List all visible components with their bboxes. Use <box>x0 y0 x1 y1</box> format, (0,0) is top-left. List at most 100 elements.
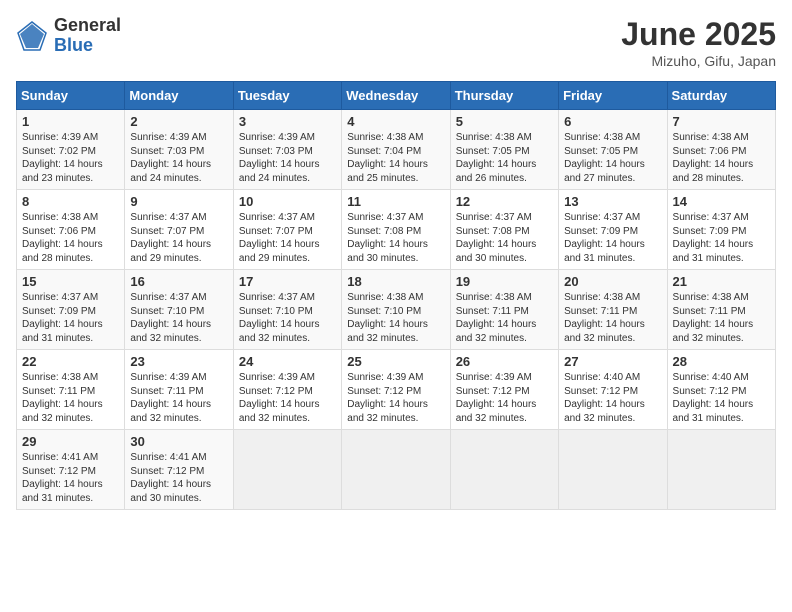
calendar-cell <box>342 430 450 510</box>
day-info: Sunrise: 4:38 AM Sunset: 7:11 PM Dayligh… <box>673 291 770 345</box>
day-number: 30 <box>130 434 227 449</box>
calendar-cell: 17Sunrise: 4:37 AM Sunset: 7:10 PM Dayli… <box>233 270 341 350</box>
day-number: 2 <box>130 114 227 129</box>
calendar-cell: 21Sunrise: 4:38 AM Sunset: 7:11 PM Dayli… <box>667 270 775 350</box>
calendar-cell: 8 Sunrise: 4:38 AM Sunset: 7:06 PM Daylig… <box>17 190 125 270</box>
day-info: Sunrise: 4:39 AM Sunset: 7:11 PM Dayligh… <box>130 371 227 425</box>
header-thursday: Thursday <box>450 82 558 110</box>
month-title: June 2025 <box>621 16 776 53</box>
day-number: 6 <box>564 114 661 129</box>
day-info: Sunrise: 4:38 AM Sunset: 7:04 PM Dayligh… <box>347 131 444 185</box>
calendar-cell: 26 Sunrise: 4:39 AM Sunset: 7:12 PM Dayli… <box>450 350 558 430</box>
day-number: 11 <box>347 194 444 209</box>
day-info: Sunrise: 4:38 AM Sunset: 7:11 PM Dayligh… <box>564 291 661 345</box>
calendar-cell: 24 Sunrise: 4:39 AM Sunset: 7:12 PM Dayli… <box>233 350 341 430</box>
calendar-cell: 20Sunrise: 4:38 AM Sunset: 7:11 PM Dayli… <box>559 270 667 350</box>
calendar-header-row: Sunday Monday Tuesday Wednesday Thursday… <box>17 82 776 110</box>
calendar-cell: 2 Sunrise: 4:39 AM Sunset: 7:03 PM Daylig… <box>125 110 233 190</box>
day-info: Sunrise: 4:41 AM Sunset: 7:12 PM Dayligh… <box>22 451 119 505</box>
day-info: Sunrise: 4:41 AM Sunset: 7:12 PM Dayligh… <box>130 451 227 505</box>
day-number: 3 <box>239 114 336 129</box>
header-tuesday: Tuesday <box>233 82 341 110</box>
calendar-cell: 22 Sunrise: 4:38 AM Sunset: 7:11 PM Dayli… <box>17 350 125 430</box>
calendar-cell: 3 Sunrise: 4:39 AM Sunset: 7:03 PM Daylig… <box>233 110 341 190</box>
calendar-cell: 28 Sunrise: 4:40 AM Sunset: 7:12 PM Dayli… <box>667 350 775 430</box>
day-info: Sunrise: 4:38 AM Sunset: 7:10 PM Dayligh… <box>347 291 444 345</box>
calendar-cell: 30 Sunrise: 4:41 AM Sunset: 7:12 PM Dayli… <box>125 430 233 510</box>
calendar-cell: 5Sunrise: 4:38 AM Sunset: 7:05 PM Daylig… <box>450 110 558 190</box>
calendar-cell: 29 Sunrise: 4:41 AM Sunset: 7:12 PM Dayli… <box>17 430 125 510</box>
calendar-cell: 10 Sunrise: 4:37 AM Sunset: 7:07 PM Dayli… <box>233 190 341 270</box>
day-info: Sunrise: 4:37 AM Sunset: 7:09 PM Dayligh… <box>564 211 661 265</box>
day-number: 9 <box>130 194 227 209</box>
calendar-cell: 6 Sunrise: 4:38 AM Sunset: 7:05 PM Daylig… <box>559 110 667 190</box>
day-number: 29 <box>22 434 119 449</box>
day-info: Sunrise: 4:37 AM Sunset: 7:08 PM Dayligh… <box>347 211 444 265</box>
calendar-week-3: 15Sunrise: 4:37 AM Sunset: 7:09 PM Dayli… <box>17 270 776 350</box>
day-info: Sunrise: 4:39 AM Sunset: 7:02 PM Dayligh… <box>22 131 119 185</box>
day-number: 24 <box>239 354 336 369</box>
logo: General Blue <box>16 16 121 56</box>
page-header: General Blue June 2025 Mizuho, Gifu, Jap… <box>16 16 776 69</box>
day-info: Sunrise: 4:39 AM Sunset: 7:12 PM Dayligh… <box>456 371 553 425</box>
day-info: Sunrise: 4:38 AM Sunset: 7:05 PM Dayligh… <box>456 131 553 185</box>
day-number: 1 <box>22 114 119 129</box>
calendar-cell: 25Sunrise: 4:39 AM Sunset: 7:12 PM Dayli… <box>342 350 450 430</box>
day-info: Sunrise: 4:39 AM Sunset: 7:03 PM Dayligh… <box>130 131 227 185</box>
calendar-cell: 13 Sunrise: 4:37 AM Sunset: 7:09 PM Dayli… <box>559 190 667 270</box>
day-info: Sunrise: 4:40 AM Sunset: 7:12 PM Dayligh… <box>673 371 770 425</box>
day-number: 19 <box>456 274 553 289</box>
day-number: 4 <box>347 114 444 129</box>
calendar-cell: 18 Sunrise: 4:38 AM Sunset: 7:10 PM Dayli… <box>342 270 450 350</box>
logo-general-text: General <box>54 16 121 36</box>
calendar-cell: 19 Sunrise: 4:38 AM Sunset: 7:11 PM Dayli… <box>450 270 558 350</box>
logo-icon <box>16 20 48 52</box>
header-sunday: Sunday <box>17 82 125 110</box>
day-info: Sunrise: 4:37 AM Sunset: 7:07 PM Dayligh… <box>239 211 336 265</box>
day-info: Sunrise: 4:40 AM Sunset: 7:12 PM Dayligh… <box>564 371 661 425</box>
title-block: June 2025 Mizuho, Gifu, Japan <box>621 16 776 69</box>
day-number: 26 <box>456 354 553 369</box>
day-number: 22 <box>22 354 119 369</box>
day-number: 28 <box>673 354 770 369</box>
day-info: Sunrise: 4:38 AM Sunset: 7:11 PM Dayligh… <box>456 291 553 345</box>
day-info: Sunrise: 4:39 AM Sunset: 7:03 PM Dayligh… <box>239 131 336 185</box>
header-friday: Friday <box>559 82 667 110</box>
calendar-cell: 16Sunrise: 4:37 AM Sunset: 7:10 PM Dayli… <box>125 270 233 350</box>
day-info: Sunrise: 4:39 AM Sunset: 7:12 PM Dayligh… <box>347 371 444 425</box>
day-info: Sunrise: 4:37 AM Sunset: 7:08 PM Dayligh… <box>456 211 553 265</box>
day-info: Sunrise: 4:38 AM Sunset: 7:11 PM Dayligh… <box>22 371 119 425</box>
day-number: 16 <box>130 274 227 289</box>
calendar-cell: 27 Sunrise: 4:40 AM Sunset: 7:12 PM Dayli… <box>559 350 667 430</box>
calendar-cell <box>450 430 558 510</box>
day-number: 13 <box>564 194 661 209</box>
day-info: Sunrise: 4:38 AM Sunset: 7:05 PM Dayligh… <box>564 131 661 185</box>
day-number: 10 <box>239 194 336 209</box>
logo-blue-text: Blue <box>54 36 121 56</box>
calendar-cell: 9 Sunrise: 4:37 AM Sunset: 7:07 PM Daylig… <box>125 190 233 270</box>
day-number: 18 <box>347 274 444 289</box>
calendar-cell <box>233 430 341 510</box>
day-info: Sunrise: 4:37 AM Sunset: 7:10 PM Dayligh… <box>239 291 336 345</box>
header-wednesday: Wednesday <box>342 82 450 110</box>
day-info: Sunrise: 4:38 AM Sunset: 7:06 PM Dayligh… <box>22 211 119 265</box>
calendar-week-5: 29 Sunrise: 4:41 AM Sunset: 7:12 PM Dayli… <box>17 430 776 510</box>
day-number: 8 <box>22 194 119 209</box>
calendar-cell: 4 Sunrise: 4:38 AM Sunset: 7:04 PM Daylig… <box>342 110 450 190</box>
logo-text: General Blue <box>54 16 121 56</box>
calendar-table: Sunday Monday Tuesday Wednesday Thursday… <box>16 81 776 510</box>
header-saturday: Saturday <box>667 82 775 110</box>
calendar-cell: 14Sunrise: 4:37 AM Sunset: 7:09 PM Dayli… <box>667 190 775 270</box>
day-info: Sunrise: 4:37 AM Sunset: 7:07 PM Dayligh… <box>130 211 227 265</box>
day-number: 27 <box>564 354 661 369</box>
day-info: Sunrise: 4:39 AM Sunset: 7:12 PM Dayligh… <box>239 371 336 425</box>
day-number: 7 <box>673 114 770 129</box>
calendar-week-1: 1 Sunrise: 4:39 AM Sunset: 7:02 PM Daylig… <box>17 110 776 190</box>
day-info: Sunrise: 4:38 AM Sunset: 7:06 PM Dayligh… <box>673 131 770 185</box>
header-monday: Monday <box>125 82 233 110</box>
calendar-cell: 1 Sunrise: 4:39 AM Sunset: 7:02 PM Daylig… <box>17 110 125 190</box>
calendar-cell: 12Sunrise: 4:37 AM Sunset: 7:08 PM Dayli… <box>450 190 558 270</box>
day-info: Sunrise: 4:37 AM Sunset: 7:09 PM Dayligh… <box>22 291 119 345</box>
location: Mizuho, Gifu, Japan <box>621 53 776 69</box>
calendar-cell: 11 Sunrise: 4:37 AM Sunset: 7:08 PM Dayli… <box>342 190 450 270</box>
